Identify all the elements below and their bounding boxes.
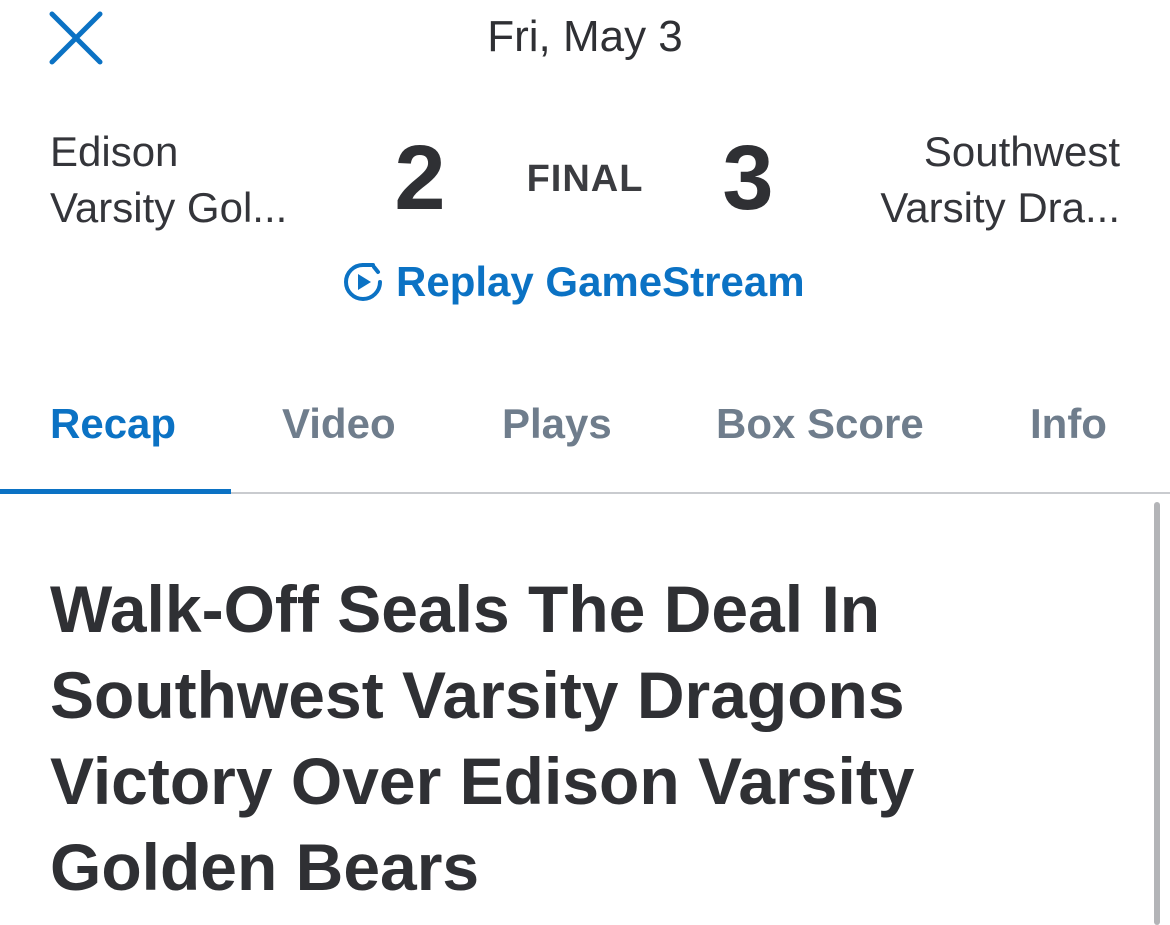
article-headline: Walk-Off Seals The Deal In Southwest Var… (50, 572, 915, 904)
scrollbar[interactable] (1154, 502, 1160, 925)
away-team-line-2: Varsity Dra... (880, 184, 1120, 231)
home-team-name[interactable]: Edison Varsity Gol... (50, 124, 340, 236)
game-recap-screen: Fri, May 3 Edison Varsity Gol... 2 FINAL… (0, 0, 1170, 925)
tab-box-score[interactable]: Box Score (716, 400, 924, 448)
away-team-name[interactable]: Southwest Varsity Dra... (820, 124, 1120, 236)
game-status: FINAL (526, 158, 644, 200)
tab-video[interactable]: Video (282, 400, 396, 448)
replay-play-icon (340, 259, 386, 305)
replay-gamestream-label: Replay GameStream (396, 258, 805, 305)
replay-gamestream-button[interactable]: Replay GameStream (340, 254, 805, 310)
tab-plays[interactable]: Plays (502, 400, 612, 448)
home-team-line-1: Edison (50, 128, 179, 175)
active-tab-indicator (0, 489, 231, 494)
game-date: Fri, May 3 (487, 12, 683, 61)
tab-recap[interactable]: Recap (50, 400, 176, 448)
close-button[interactable] (46, 8, 106, 68)
tab-bar: Recap Video Plays Box Score Info (0, 376, 1170, 494)
away-team-line-1: Southwest (923, 128, 1120, 175)
home-team-line-2: Varsity Gol... (50, 184, 288, 231)
tab-info[interactable]: Info (1030, 400, 1107, 448)
home-score: 2 (394, 127, 446, 229)
away-score: 3 (722, 127, 774, 229)
close-icon (49, 11, 103, 65)
